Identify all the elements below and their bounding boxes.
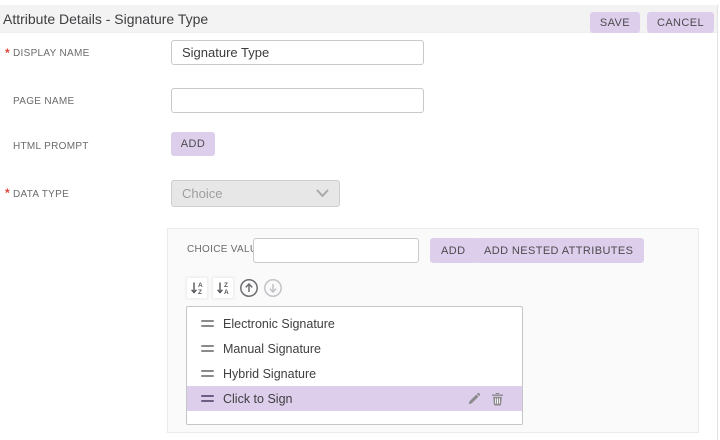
choice-label: Manual Signature (223, 342, 321, 356)
cancel-button[interactable]: CANCEL (647, 12, 714, 33)
svg-text:A: A (224, 289, 229, 295)
sort-alpha-desc-icon: Z A (216, 281, 230, 295)
page-right-border (717, 5, 718, 440)
row-actions (467, 386, 504, 411)
circle-arrow-up-icon (239, 278, 259, 298)
choice-label: Click to Sign (223, 392, 292, 406)
display-name-label: DISPLAY NAME (13, 48, 90, 59)
sort-alpha-asc-icon: A Z (190, 281, 204, 295)
list-item[interactable]: Manual Signature (187, 336, 522, 361)
html-prompt-label: HTML PROMPT (13, 141, 89, 152)
list-item[interactable]: Electronic Signature (187, 311, 522, 336)
data-type-select[interactable]: Choice (171, 180, 340, 207)
sort-alpha-asc-button[interactable]: A Z (186, 277, 208, 299)
list-item[interactable]: Hybrid Signature (187, 361, 522, 386)
data-type-selected-value: Choice (182, 186, 316, 201)
delete-button[interactable] (491, 392, 504, 406)
data-type-label: DATA TYPE (13, 189, 69, 200)
svg-text:A: A (198, 282, 203, 289)
move-down-button[interactable] (263, 278, 283, 298)
edit-button[interactable] (467, 392, 481, 406)
add-choice-button[interactable]: ADD (430, 238, 476, 263)
sort-alpha-desc-button[interactable]: Z A (212, 277, 234, 299)
choice-value-input[interactable] (253, 238, 419, 263)
chevron-down-icon (316, 189, 329, 198)
add-nested-attributes-button[interactable]: ADD NESTED ATTRIBUTES (473, 238, 644, 263)
drag-handle-icon[interactable] (201, 370, 214, 378)
page-title: Attribute Details - Signature Type (0, 11, 208, 27)
trash-icon (491, 392, 504, 406)
header-bar: Attribute Details - Signature Type SAVE … (0, 5, 717, 33)
drag-handle-icon[interactable] (201, 345, 214, 353)
required-asterisk: * (5, 46, 10, 60)
list-item-selected[interactable]: Click to Sign (187, 386, 522, 411)
save-button[interactable]: SAVE (590, 12, 640, 33)
add-html-prompt-button[interactable]: ADD (171, 132, 215, 156)
choice-section: CHOICE VALUE ADD ADD NESTED ATTRIBUTES A… (167, 228, 699, 433)
attribute-details-page: Attribute Details - Signature Type SAVE … (0, 0, 720, 440)
page-name-label: PAGE NAME (13, 96, 74, 107)
display-name-input[interactable] (171, 40, 424, 65)
move-up-button[interactable] (239, 278, 259, 298)
choice-list: Electronic Signature Manual Signature Hy… (186, 306, 523, 425)
svg-text:Z: Z (198, 289, 202, 295)
drag-handle-icon[interactable] (201, 320, 214, 328)
svg-text:Z: Z (224, 282, 228, 289)
page-name-input[interactable] (171, 88, 424, 113)
choice-label: Hybrid Signature (223, 367, 316, 381)
pencil-icon (467, 392, 481, 406)
drag-handle-icon[interactable] (201, 395, 214, 403)
choice-label: Electronic Signature (223, 317, 335, 331)
required-asterisk: * (5, 186, 10, 200)
circle-arrow-down-icon (263, 278, 283, 298)
